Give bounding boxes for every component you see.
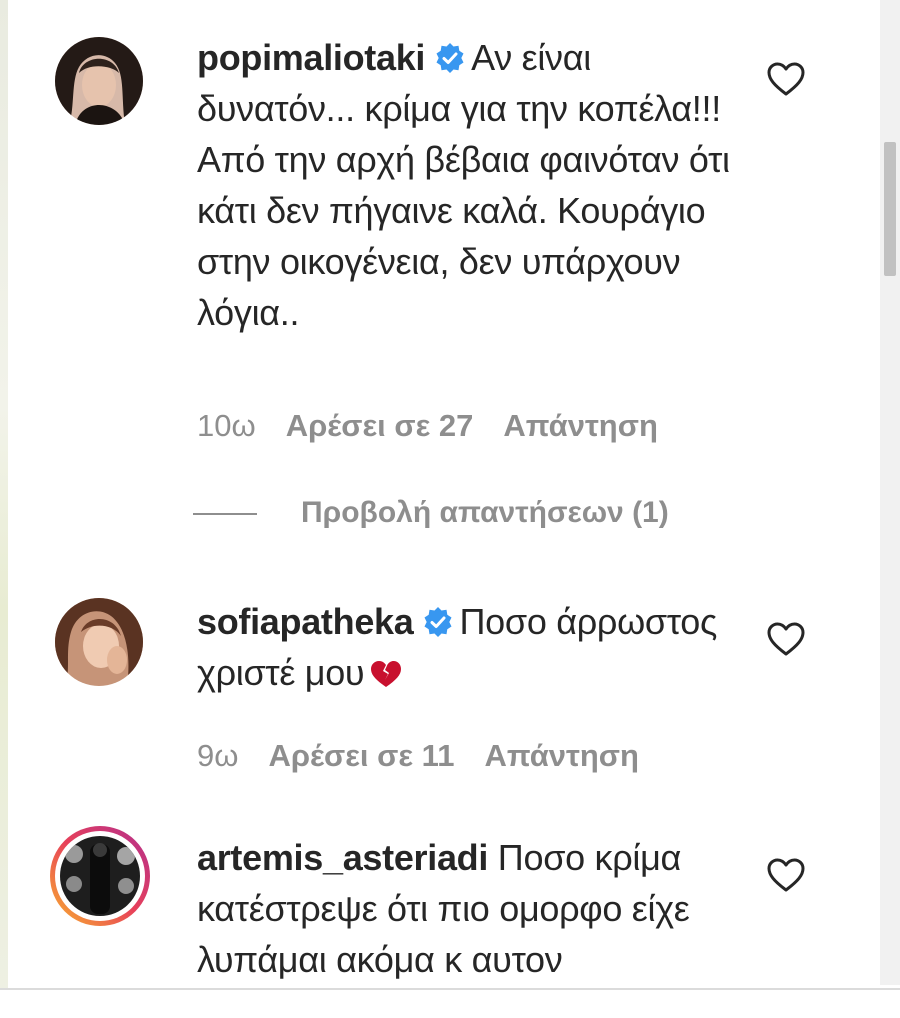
avatar[interactable] [55,37,143,125]
avatar[interactable] [55,598,143,686]
reply-button[interactable]: Απάντηση [484,738,638,773]
comment-text-block: artemis_asteriadi Ποσο κρίμα κατέστρεψε … [197,832,757,985]
like-heart-icon[interactable] [766,620,806,660]
comment-likes[interactable]: Αρέσει σε 11 [268,738,454,773]
comment-meta: 10ω Αρέσει σε 27 Απάντηση [197,408,688,444]
comment-text: Αν είναι δυνατόν... κρίμα για την κοπέλα… [197,37,730,333]
avatar [60,836,140,916]
like-heart-icon[interactable] [766,856,806,896]
broken-heart-icon [370,651,402,687]
verified-badge-icon [423,599,453,637]
comment-text-block: popimaliotaki Αν είναι δυνατόν... κρίμα γ… [197,32,757,338]
left-edge-strip [0,0,8,1016]
replies-divider-line [193,513,257,516]
reply-button[interactable]: Απάντηση [503,408,657,443]
view-replies-button[interactable]: Προβολή απαντήσεων (1) [193,496,669,530]
comment-meta: 9ω Αρέσει σε 11 Απάντηση [197,738,669,774]
comment-text-block: sofiapatheka Ποσο άρρωστος χριστέ μου [197,596,757,698]
scrollbar-thumb[interactable] [884,142,896,276]
comment-username[interactable]: popimaliotaki [197,37,425,78]
like-heart-icon[interactable] [766,60,806,100]
verified-badge-icon [435,35,465,73]
comment-username[interactable]: artemis_asteriadi [197,837,488,878]
avatar-story-ring[interactable] [50,826,150,926]
comment-likes[interactable]: Αρέσει σε 27 [286,408,474,443]
comment-time: 9ω [197,738,239,773]
comment-time: 10ω [197,408,256,443]
comment-username[interactable]: sofiapatheka [197,601,414,642]
view-replies-label[interactable]: Προβολή απαντήσεων (1) [301,496,669,529]
bottom-divider [0,988,900,1018]
